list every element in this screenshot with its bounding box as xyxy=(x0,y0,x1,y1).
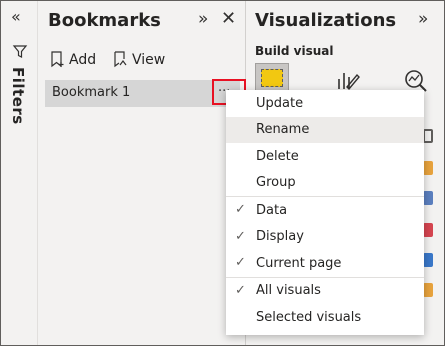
checkmark-icon: ✓ xyxy=(235,202,246,217)
visual-type-icon[interactable] xyxy=(423,191,433,205)
build-visual-label: Build visual xyxy=(255,44,334,58)
visualizations-title: Visualizations xyxy=(255,10,397,31)
view-label: View xyxy=(132,51,166,68)
filters-pane[interactable]: « Filters xyxy=(1,1,38,345)
visual-type-icon[interactable] xyxy=(423,161,433,175)
chevron-double-right-icon[interactable]: » xyxy=(418,9,428,29)
menu-item-rename[interactable]: Rename xyxy=(226,116,424,143)
visual-type-icon[interactable] xyxy=(423,129,433,143)
chevron-double-left-icon[interactable]: « xyxy=(11,7,21,26)
bookmark-item[interactable]: Bookmark 1 ... xyxy=(45,79,246,107)
build-visual-icon[interactable] xyxy=(255,63,289,93)
bookmarks-title: Bookmarks xyxy=(48,10,161,31)
visual-type-icon[interactable] xyxy=(423,223,433,237)
checkmark-icon: ✓ xyxy=(235,255,246,270)
bookmark-item-label: Bookmark 1 xyxy=(52,85,131,100)
add-bookmark-button[interactable]: Add xyxy=(50,51,96,68)
bookmarks-pane: Bookmarks » ✕ Add View Bookmark 1 ... xyxy=(39,1,246,345)
add-label: Add xyxy=(69,51,97,68)
menu-item-delete[interactable]: Delete xyxy=(226,143,424,170)
visual-type-icon[interactable] xyxy=(423,253,433,267)
add-bookmark-icon xyxy=(51,51,64,68)
checkmark-icon: ✓ xyxy=(235,282,246,298)
view-bookmark-icon xyxy=(114,51,127,68)
close-icon[interactable]: ✕ xyxy=(221,8,236,29)
menu-item-display[interactable]: ✓ Display xyxy=(226,224,424,251)
menu-item-current-page[interactable]: ✓ Current page xyxy=(226,250,424,277)
menu-item-data[interactable]: ✓ Data xyxy=(226,197,424,224)
menu-item-selected-visuals[interactable]: Selected visuals xyxy=(226,304,424,331)
menu-item-all-visuals[interactable]: ✓ All visuals xyxy=(226,278,424,305)
visual-type-icon[interactable] xyxy=(423,283,433,297)
funnel-icon xyxy=(12,45,28,58)
menu-item-update[interactable]: Update xyxy=(226,90,424,117)
chevron-double-right-icon[interactable]: » xyxy=(198,9,208,29)
bookmark-context-menu: Update Rename Delete Group ✓ Data ✓ Displa… xyxy=(226,90,424,335)
checkmark-icon: ✓ xyxy=(235,228,246,244)
filters-label[interactable]: Filters xyxy=(9,67,27,125)
app-frame: « Filters Bookmarks » ✕ Add View Bookmar… xyxy=(0,0,445,346)
view-bookmark-button[interactable]: View xyxy=(112,51,165,68)
menu-item-group[interactable]: Group xyxy=(226,170,424,197)
